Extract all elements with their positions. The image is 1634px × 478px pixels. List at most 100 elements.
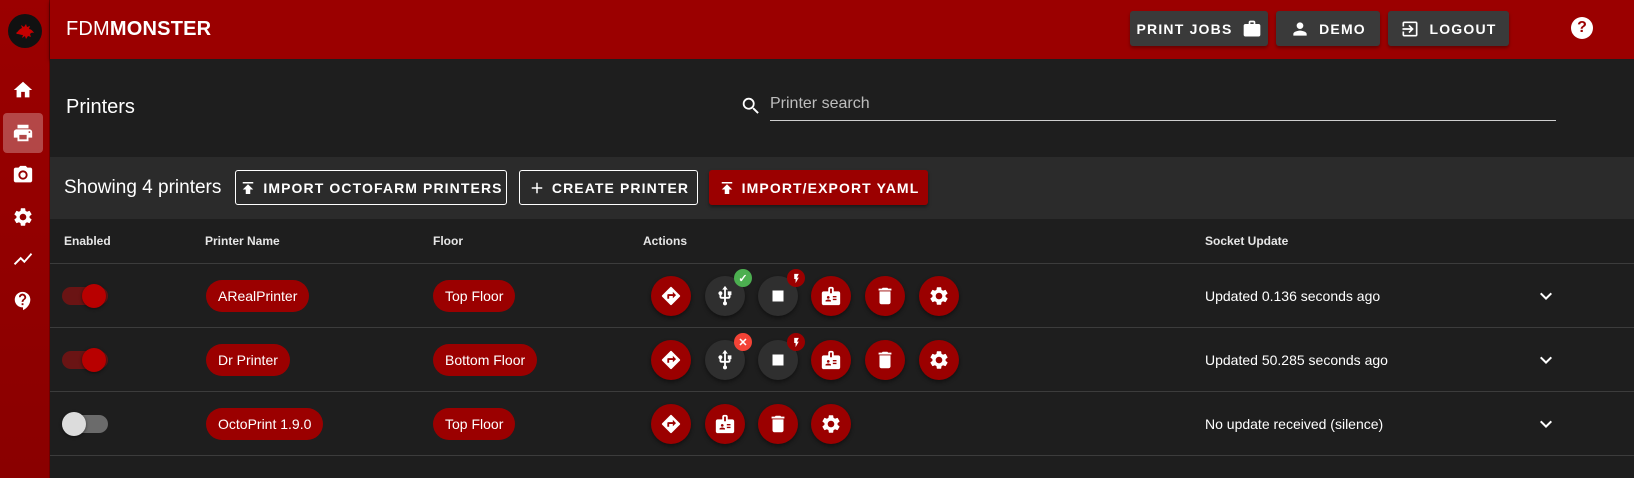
nav-printers[interactable] (3, 113, 43, 153)
nav-analytics[interactable] (3, 239, 43, 279)
user-menu-button[interactable]: DEMO (1276, 11, 1380, 46)
trash-icon (878, 351, 892, 369)
nav-settings[interactable] (3, 197, 43, 237)
side-nav-rail (0, 0, 50, 478)
chevron-down-icon (1540, 292, 1552, 300)
logout-label: LOGOUT (1429, 20, 1497, 37)
column-header-socket-update[interactable]: Socket Update (1205, 234, 1288, 248)
printer-info-button[interactable] (811, 340, 851, 380)
home-icon (13, 81, 33, 98)
directions-icon (661, 286, 681, 306)
trash-icon (771, 415, 785, 433)
floor-chip[interactable]: Top Floor (433, 280, 516, 312)
brand-suffix: MONSTER (109, 18, 212, 40)
print-jobs-button[interactable]: PRINT JOBS (1130, 11, 1268, 46)
printer-info-button[interactable] (811, 276, 851, 316)
floor-chip[interactable]: Top Floor (433, 408, 516, 440)
app-logo[interactable] (0, 0, 50, 62)
usb-connection-button[interactable]: ✓ (705, 269, 752, 316)
create-printer-button[interactable]: CREATE PRINTER (519, 170, 698, 205)
gear-icon (930, 351, 948, 369)
enabled-toggle[interactable] (62, 283, 108, 309)
monster-logo-icon (8, 14, 42, 48)
toggle-thumb (82, 284, 106, 308)
enabled-toggle[interactable] (62, 347, 108, 373)
nav-camera[interactable] (3, 155, 43, 195)
directions-icon (661, 414, 681, 434)
printer-settings-button[interactable] (919, 340, 959, 380)
import-octofarm-button[interactable]: IMPORT OCTOFARM PRINTERS (235, 170, 507, 205)
usb-icon (718, 349, 732, 370)
upload-icon (243, 181, 254, 194)
expand-row-button[interactable] (1534, 348, 1558, 372)
socket-update-text: Updated 0.136 seconds ago (1205, 288, 1381, 304)
printer-settings-button[interactable] (919, 276, 959, 316)
upload-icon (721, 181, 732, 194)
printer-name-chip[interactable]: Dr Printer (206, 344, 290, 376)
table-header-row: Enabled Printer Name Floor Actions Socke… (50, 219, 1634, 264)
usb-icon (718, 285, 732, 306)
column-header-enabled[interactable]: Enabled (64, 234, 111, 248)
printer-settings-button[interactable] (811, 404, 851, 444)
stop-icon (772, 354, 784, 366)
create-printer-label: CREATE PRINTER (551, 179, 690, 196)
table-row: OctoPrint 1.9.0 Top Floor No update rece… (50, 392, 1634, 456)
table-toolbar: Showing 4 printers IMPORT OCTOFARM PRINT… (50, 157, 1634, 219)
import-export-yaml-label: IMPORT/EXPORT YAML (741, 179, 920, 196)
toggle-thumb (62, 412, 86, 436)
stop-print-button[interactable] (758, 333, 805, 380)
print-jobs-label: PRINT JOBS (1136, 20, 1233, 37)
logout-icon (1402, 21, 1418, 36)
floor-chip[interactable]: Bottom Floor (433, 344, 538, 376)
printer-search-input[interactable] (770, 89, 1556, 121)
directions-icon (661, 350, 681, 370)
open-printer-button[interactable] (651, 276, 691, 316)
column-header-actions: Actions (643, 234, 688, 248)
open-printer-button[interactable] (651, 404, 691, 444)
chart-line-icon (13, 253, 33, 265)
enabled-toggle[interactable] (62, 411, 108, 437)
socket-update-text: Updated 50.285 seconds ago (1205, 352, 1388, 368)
nav-help[interactable] (3, 281, 43, 321)
open-printer-button[interactable] (651, 340, 691, 380)
emergency-bolt-icon (787, 269, 805, 287)
stop-print-button[interactable] (758, 269, 805, 316)
printer-icon (13, 124, 33, 142)
delete-printer-button[interactable] (758, 404, 798, 444)
help-bubble-icon (14, 291, 31, 311)
printer-count-text: Showing 4 printers (64, 177, 222, 198)
brand-prefix: FDM (66, 18, 110, 40)
printer-info-button[interactable] (705, 404, 745, 444)
delete-printer-button[interactable] (865, 276, 905, 316)
printers-table: Enabled Printer Name Floor Actions Socke… (50, 219, 1634, 478)
delete-printer-button[interactable] (865, 340, 905, 380)
app-root: FDMMONSTER PRINT JOBS DEMO LOGOUT ? Prin… (0, 0, 1634, 478)
usb-connection-button[interactable]: ✕ (705, 333, 752, 380)
badge-account-icon (715, 414, 735, 434)
table-row: ARealPrinter Top Floor ✓ Updated 0.136 s… (50, 264, 1634, 328)
gear-icon (14, 208, 32, 226)
camera-icon (13, 165, 33, 183)
user-label: DEMO (1319, 20, 1366, 37)
help-icon[interactable]: ? (1571, 17, 1593, 39)
page-header: Printers (50, 59, 1634, 157)
column-header-printer-name[interactable]: Printer Name (205, 234, 280, 248)
printer-name-chip[interactable]: ARealPrinter (206, 280, 310, 312)
logout-button[interactable]: LOGOUT (1388, 11, 1509, 46)
printer-name-chip[interactable]: OctoPrint 1.9.0 (206, 408, 324, 440)
expand-row-button[interactable] (1534, 284, 1558, 308)
badge-account-icon (821, 350, 841, 370)
stop-icon (772, 290, 784, 302)
import-export-yaml-button[interactable]: IMPORT/EXPORT YAML (709, 170, 928, 205)
connected-check-icon: ✓ (734, 269, 752, 287)
brand-title[interactable]: FDMMONSTER (66, 18, 211, 41)
nav-home[interactable] (3, 70, 43, 110)
import-octofarm-label: IMPORT OCTOFARM PRINTERS (263, 179, 503, 196)
column-header-floor[interactable]: Floor (433, 234, 463, 248)
page-title: Printers (66, 96, 135, 118)
socket-update-text: No update received (silence) (1205, 416, 1384, 432)
badge-account-icon (821, 286, 841, 306)
search-icon (740, 95, 762, 122)
expand-row-button[interactable] (1534, 412, 1558, 436)
toggle-thumb (82, 348, 106, 372)
